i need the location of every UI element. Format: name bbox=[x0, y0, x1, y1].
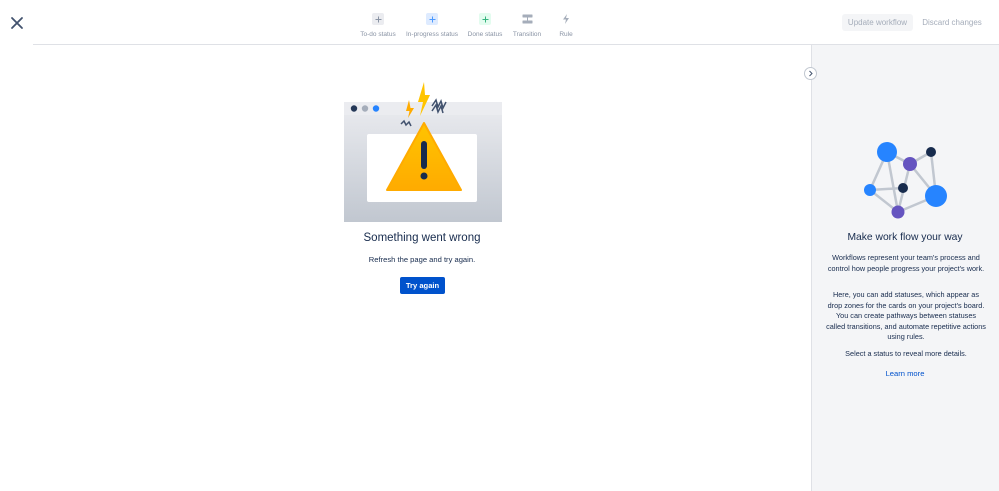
add-inprogress-status-button[interactable]: In-progress status bbox=[406, 10, 458, 38]
tool-label: Done status bbox=[467, 31, 503, 38]
transition-icon bbox=[521, 13, 533, 25]
tool-label: Rule bbox=[559, 31, 573, 38]
close-button[interactable] bbox=[6, 12, 28, 34]
tool-label: Transition bbox=[512, 31, 542, 38]
try-again-button[interactable]: Try again bbox=[400, 277, 445, 294]
error-illustration bbox=[344, 82, 502, 222]
collapse-panel-button[interactable] bbox=[804, 67, 817, 80]
add-todo-status-button[interactable]: To-do status bbox=[360, 10, 396, 38]
chevron-right-icon bbox=[809, 70, 813, 77]
tool-label: In-progress status bbox=[405, 31, 459, 38]
panel-paragraph: Here, you can add statuses, which appear… bbox=[826, 290, 986, 341]
panel-title: Make work flow your way bbox=[847, 232, 963, 243]
add-done-status-button[interactable]: Done status bbox=[468, 10, 502, 38]
lightning-icon bbox=[560, 13, 572, 25]
learn-more-link[interactable]: Learn more bbox=[811, 369, 999, 378]
panel-paragraph: Workflows represent your team's process … bbox=[827, 253, 985, 273]
plus-icon bbox=[479, 13, 491, 25]
top-bar: To-do status In-progress status Done sta… bbox=[0, 0, 999, 45]
update-workflow-button[interactable]: Update workflow bbox=[842, 14, 913, 31]
close-icon bbox=[11, 17, 23, 29]
add-rule-button[interactable]: Rule bbox=[558, 10, 574, 38]
plus-icon bbox=[426, 13, 438, 25]
workflow-graph-illustration bbox=[864, 142, 947, 219]
tool-label: To-do status bbox=[360, 31, 396, 38]
discard-changes-button[interactable]: Discard changes bbox=[918, 14, 986, 31]
add-transition-button[interactable]: Transition bbox=[513, 10, 541, 38]
error-message: Refresh the page and try again. bbox=[368, 255, 476, 264]
plus-icon bbox=[372, 13, 384, 25]
error-title: Something went wrong bbox=[363, 232, 481, 244]
panel-paragraph: Select a status to reveal more details. bbox=[845, 349, 967, 358]
